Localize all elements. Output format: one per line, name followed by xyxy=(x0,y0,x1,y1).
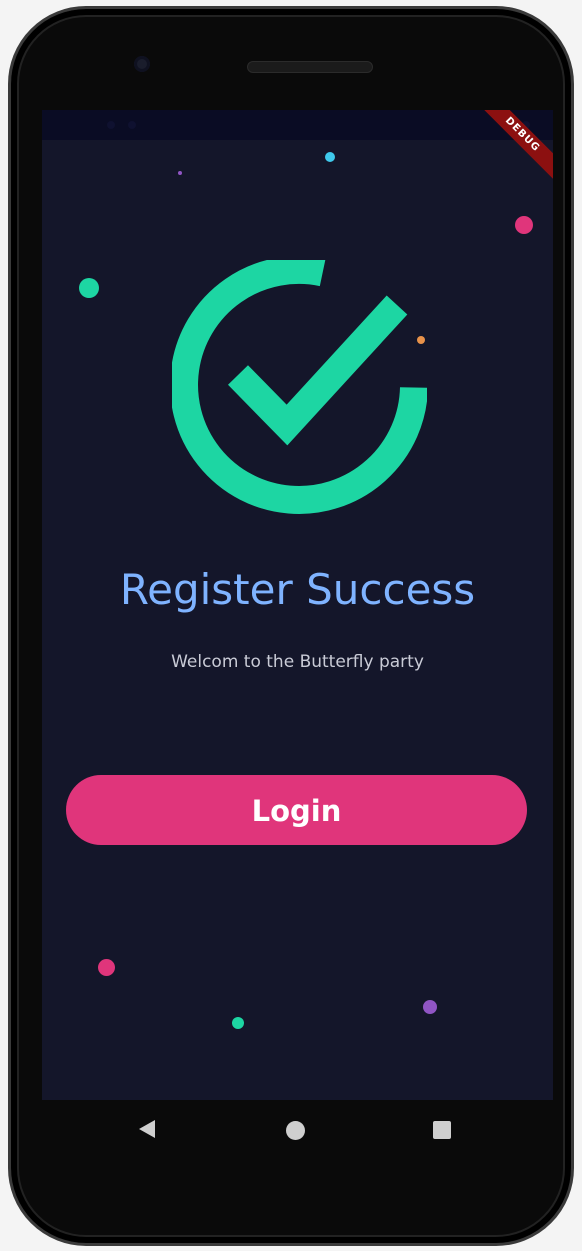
welcome-message: Welcom to the Butterfly party xyxy=(171,652,424,672)
confetti-dot xyxy=(325,152,335,162)
page-title: Register Success xyxy=(119,565,476,614)
confetti-dot xyxy=(232,1017,244,1029)
confetti-dot xyxy=(515,216,533,234)
status-bar xyxy=(42,110,553,140)
confetti-dot xyxy=(423,1000,437,1014)
confetti-dot xyxy=(79,278,99,298)
recent-square-icon[interactable] xyxy=(433,1121,451,1139)
login-button[interactable]: Login xyxy=(66,775,527,845)
confetti-dot xyxy=(178,171,182,175)
android-nav-bar xyxy=(42,1100,553,1164)
check-circle-icon xyxy=(172,260,427,514)
back-triangle-icon[interactable] xyxy=(139,1120,155,1138)
status-icon xyxy=(128,121,136,129)
confetti-dot xyxy=(98,959,115,976)
app-screen: DEBUG Register Success Welcom to the But… xyxy=(42,110,553,1100)
front-camera xyxy=(134,56,150,72)
earpiece-speaker xyxy=(247,61,373,73)
home-circle-icon[interactable] xyxy=(286,1121,305,1140)
status-icon xyxy=(107,121,115,129)
